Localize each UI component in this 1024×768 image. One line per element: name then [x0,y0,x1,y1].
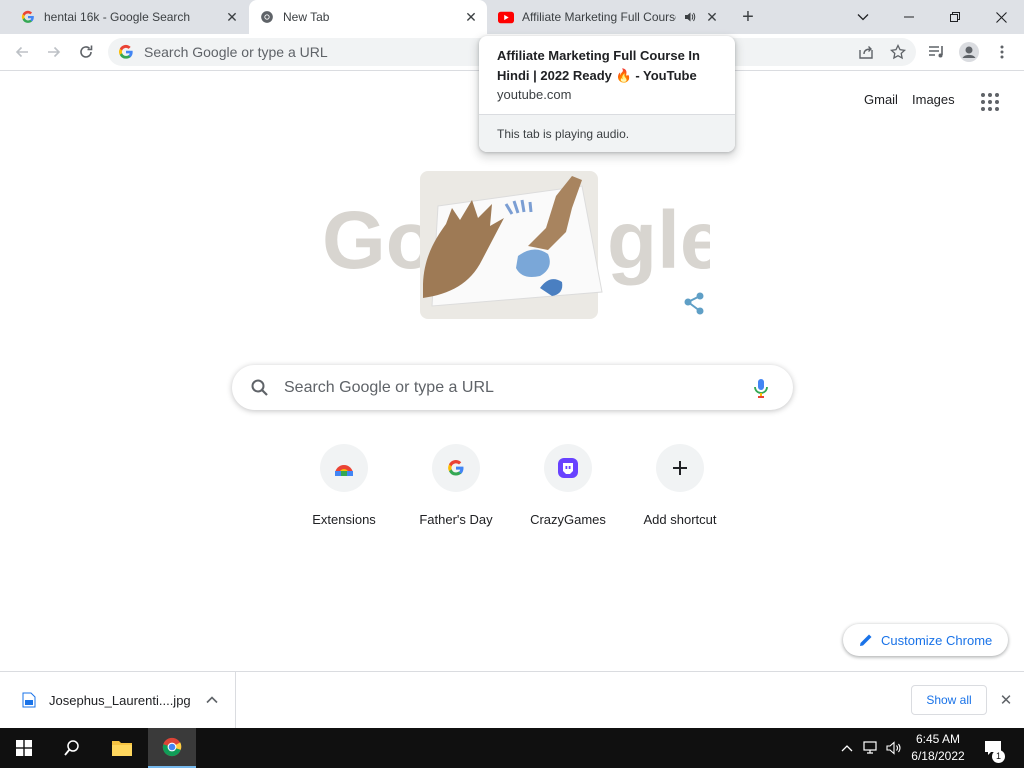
omnibox-placeholder: Search Google or type a URL [144,44,328,60]
kebab-menu-icon[interactable] [988,38,1016,66]
forward-arrow-icon[interactable] [40,38,68,66]
show-all-button[interactable]: Show all [911,685,987,715]
clock-time: 6:45 AM [915,732,961,746]
tab-close-icon[interactable]: ✕ [704,9,720,25]
download-shelf: Josephus_Laurenti....jpg Show all ✕ [0,671,1024,728]
close-window-button[interactable] [978,0,1024,34]
chrome-web-store-icon [320,444,368,492]
close-shelf-icon[interactable]: ✕ [996,690,1016,710]
notification-center-icon[interactable]: 1 [980,728,1006,768]
tray-chevron-up-icon[interactable] [838,728,856,768]
pencil-icon [860,634,872,646]
system-clock[interactable]: 6:45 AM 6/18/2022 [900,731,976,765]
customize-chrome-button[interactable]: Customize Chrome [843,624,1008,656]
new-tab-button[interactable]: + [736,5,760,29]
minimize-button[interactable] [886,0,932,34]
gmail-link[interactable]: Gmail [864,92,898,107]
download-filename: Josephus_Laurenti....jpg [49,692,191,708]
bookmark-star-icon[interactable] [884,38,912,66]
image-file-icon [22,692,36,708]
images-link[interactable]: Images [912,92,955,107]
windows-taskbar: 6:45 AM 6/18/2022 1 [0,728,1024,768]
tab-close-icon[interactable]: ✕ [224,9,240,25]
shortcut-label: Father's Day [419,512,493,527]
reload-icon[interactable] [72,38,100,66]
clock-date: 6/18/2022 [911,749,965,763]
media-controls-icon[interactable] [923,38,951,66]
network-icon[interactable] [860,728,882,768]
chrome-taskbar-icon[interactable] [148,728,196,768]
windows-start-icon[interactable] [0,728,48,768]
google-g-icon [119,44,133,59]
shortcut-label: CrazyGames [530,512,606,527]
youtube-icon [498,9,514,25]
file-explorer-icon[interactable] [98,728,146,768]
restore-button[interactable] [932,0,978,34]
google-g-icon [432,444,480,492]
hover-card-audio-status: This tab is playing audio. [479,114,735,152]
shortcut-extensions[interactable]: Extensions [288,442,400,532]
share-icon[interactable] [684,292,704,315]
tab-hover-card: Affiliate Marketing Full Course In Hindi… [479,36,735,152]
google-apps-grid-icon[interactable] [978,90,1002,114]
hover-card-domain: youtube.com [497,87,572,102]
ntp-search-box[interactable]: Search Google or type a URL [232,365,793,410]
tab-google-search[interactable]: hentai 16k - Google Search ✕ [0,0,248,34]
tab-strip: hentai 16k - Google Search ✕ New Tab ✕ A… [0,0,1024,34]
tab-title: New Tab [283,10,330,24]
shortcut-crazygames[interactable]: CrazyGames [512,442,624,532]
share-icon[interactable] [852,38,880,66]
shortcut-label: Extensions [312,512,376,527]
search-placeholder: Search Google or type a URL [284,378,494,396]
hover-card-title: Affiliate Marketing Full Course In Hindi… [497,48,700,83]
google-doodle[interactable]: Go gle [320,168,725,323]
tab-close-icon[interactable]: ✕ [463,9,479,25]
shortcut-add[interactable]: Add shortcut [624,442,736,532]
tab-title: Affiliate Marketing Full Course In Hindi… [522,10,676,24]
crazygames-icon [544,444,592,492]
search-icon [251,379,268,396]
notification-count-badge: 1 [992,750,1005,763]
tab-youtube[interactable]: Affiliate Marketing Full Course In Hindi… [488,0,726,34]
shortcut-fathers-day[interactable]: Father's Day [400,442,512,532]
svg-text:gle: gle [607,195,710,286]
customize-label: Customize Chrome [881,632,993,648]
tab-new-tab[interactable]: New Tab ✕ [249,0,487,34]
plus-icon [656,444,704,492]
chevron-up-icon[interactable] [204,692,220,708]
profile-avatar-icon[interactable] [955,38,983,66]
shortcut-label: Add shortcut [643,512,717,527]
tab-title: hentai 16k - Google Search [44,10,191,24]
download-item[interactable]: Josephus_Laurenti....jpg [0,672,236,728]
chrome-icon [259,9,275,25]
google-g-icon [20,9,36,25]
microphone-icon[interactable] [749,376,773,400]
svg-text:Go: Go [322,195,436,286]
tab-search-chevron-icon[interactable] [840,0,886,34]
speaker-audio-icon[interactable] [682,9,698,25]
search-icon[interactable] [48,728,96,768]
back-arrow-icon[interactable] [8,38,36,66]
